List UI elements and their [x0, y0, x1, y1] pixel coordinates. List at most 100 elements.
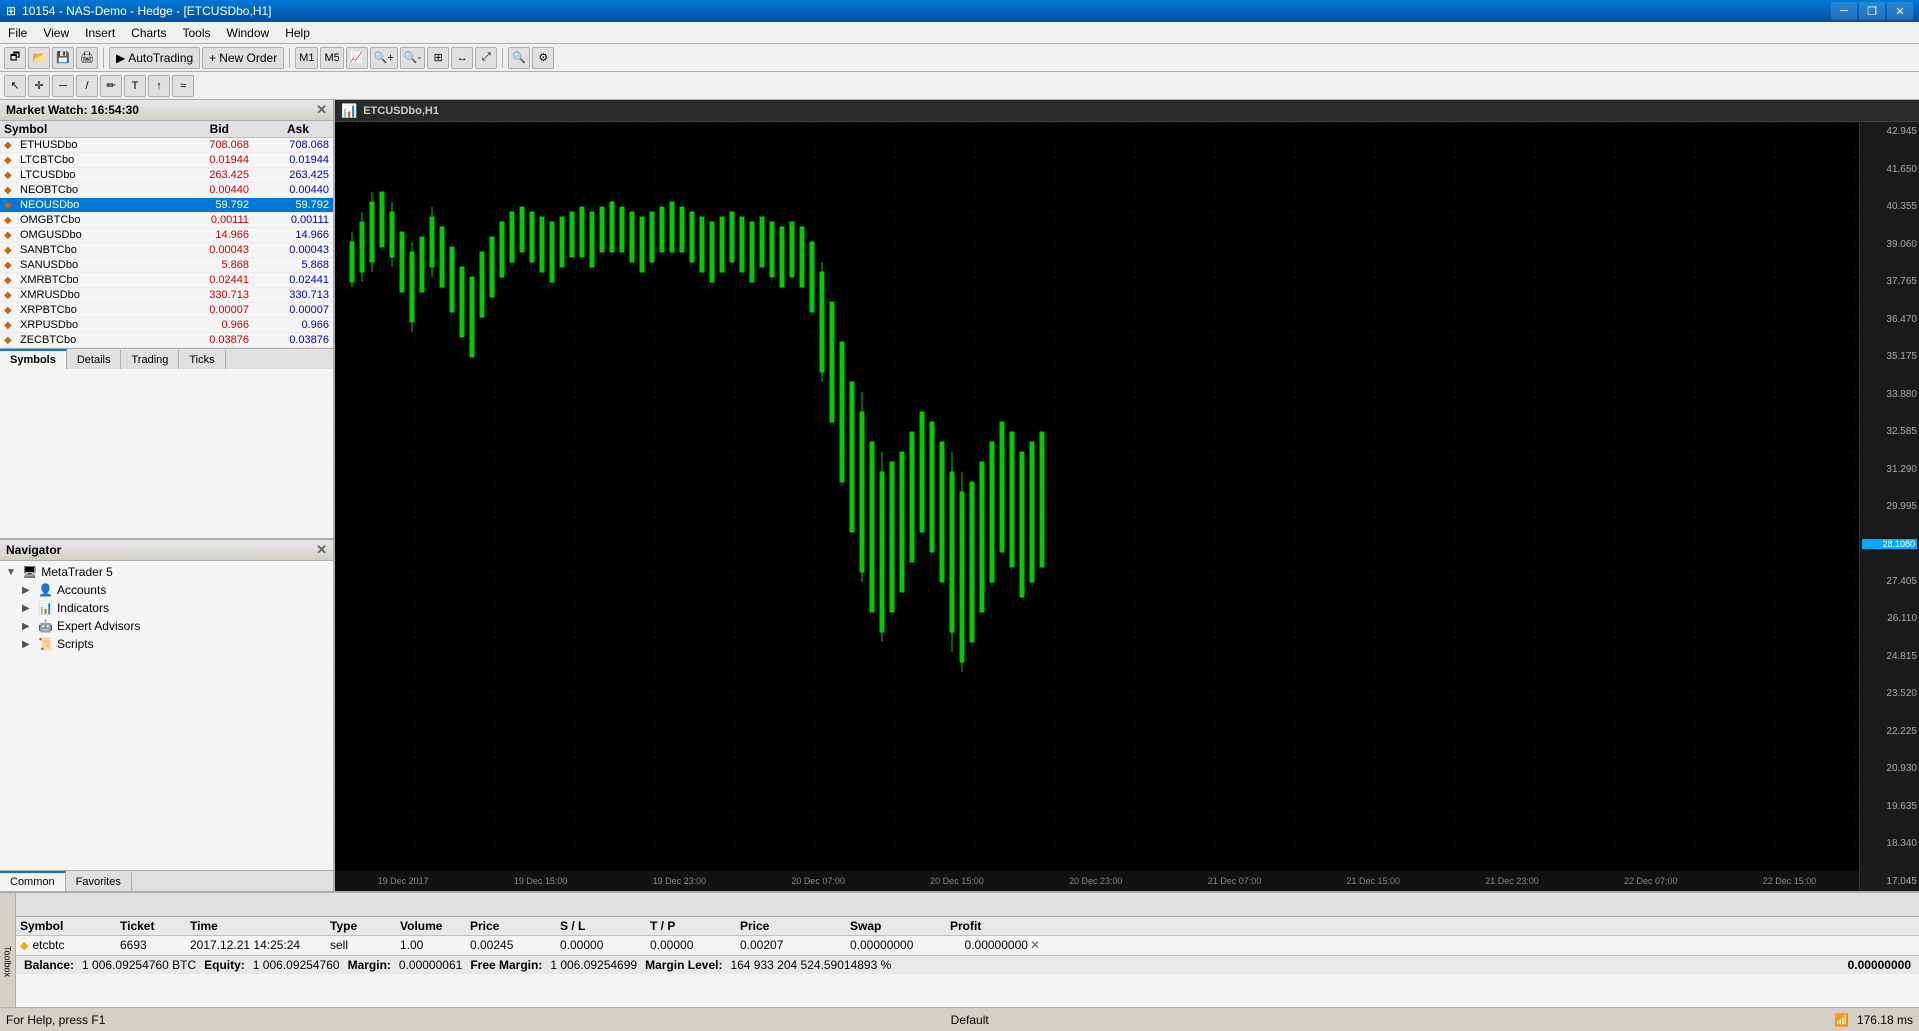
- mw-tab-symbols[interactable]: Symbols: [0, 349, 67, 369]
- market-watch-row-neobtcbo[interactable]: ◆ NEOBTCbo 0.00440 0.00440: [0, 183, 333, 198]
- zoom-out[interactable]: 🔍-: [400, 47, 425, 69]
- market-watch-row-xmrusdbo[interactable]: ◆ XMRUSDbo 330.713 330.713: [0, 288, 333, 303]
- price-26110: 26.110: [1862, 613, 1917, 624]
- th-time: Time: [190, 919, 330, 933]
- market-watch-row-xrpusdbo[interactable]: ◆ XRPUSDbo 0.966 0.966: [0, 318, 333, 333]
- save-btn[interactable]: 💾: [52, 47, 74, 69]
- autotrading-icon: ▶: [116, 51, 125, 65]
- price-35175: 35.175: [1862, 351, 1917, 362]
- market-watch-row-xmrbtcbo[interactable]: ◆ XMRBTCbo 0.02441 0.02441: [0, 273, 333, 288]
- market-watch-row-ltcbtcbo[interactable]: ◆ LTCBTCbo 0.01944 0.01944: [0, 153, 333, 168]
- print-btn[interactable]: 🖨: [76, 47, 98, 69]
- titlebar-title: 10154 - NAS-Demo - Hedge - [ETCUSDbo,H1]: [22, 4, 271, 18]
- nav-tab-common[interactable]: Common: [0, 871, 66, 891]
- time-label-8: 21 Dec 15:00: [1346, 876, 1400, 886]
- mw-bid: 0.00007: [169, 304, 249, 316]
- price-17045: 17.045: [1862, 876, 1917, 887]
- fibo-btn[interactable]: ≈: [172, 75, 194, 97]
- time-label-10: 22 Dec 07:00: [1624, 876, 1678, 886]
- sep3: [502, 48, 503, 68]
- chart-canvas: 13 14:55 22:30 01:00 13:00 15 16:30 13 1…: [335, 122, 1859, 891]
- margin-level-value: 164 933 204 524.59014893 %: [730, 958, 891, 972]
- period-m1[interactable]: M1: [295, 47, 318, 69]
- mw-ask: 59.792: [249, 199, 329, 211]
- chart-scroll[interactable]: ↔: [451, 47, 473, 69]
- nav-icon: 🤖: [38, 619, 53, 633]
- market-watch-row-xrpbtcbo[interactable]: ◆ XRPBTCbo 0.00007 0.00007: [0, 303, 333, 318]
- col-symbol: Symbol: [4, 122, 149, 136]
- text-btn[interactable]: T: [124, 75, 146, 97]
- menu-view[interactable]: View: [35, 22, 77, 43]
- symbol-dot-icon: ◆: [4, 335, 20, 346]
- market-watch-row-neousdbo[interactable]: ◆ NEOUSDbo 59.792 59.792: [0, 198, 333, 213]
- menu-tools[interactable]: Tools: [175, 22, 219, 43]
- arrow-btn[interactable]: ↑: [148, 75, 170, 97]
- hline-btn[interactable]: ─: [52, 75, 74, 97]
- restore-button[interactable]: ❐: [1859, 2, 1885, 20]
- margin-level-label: Margin Level:: [645, 958, 722, 972]
- nav-tab-favorites[interactable]: Favorites: [66, 871, 132, 891]
- period-m5[interactable]: M5: [320, 47, 343, 69]
- mw-ask: 0.00440: [249, 184, 329, 196]
- th-price: Price: [470, 919, 560, 933]
- chart-grid[interactable]: ⊞: [427, 47, 449, 69]
- market-watch-close[interactable]: ✕: [316, 102, 327, 118]
- menu-file[interactable]: File: [0, 22, 35, 43]
- close-button[interactable]: ✕: [1887, 2, 1913, 20]
- minimize-button[interactable]: ─: [1831, 2, 1857, 20]
- nav-item-indicators[interactable]: ▶ 📊 Indicators: [2, 599, 331, 617]
- mw-symbol-name: NEOUSDbo: [20, 199, 169, 211]
- menu-window[interactable]: Window: [219, 22, 278, 43]
- settings-btn[interactable]: ⚙: [532, 47, 554, 69]
- menu-help[interactable]: Help: [277, 22, 318, 43]
- nav-item-label: Accounts: [57, 583, 106, 597]
- market-watch-row-omgusdbo[interactable]: ◆ OMGUSDbo 14.966 14.966: [0, 228, 333, 243]
- trade-close-btn[interactable]: ✕: [1030, 938, 1040, 952]
- nav-item-expert-advisors[interactable]: ▶ 🤖 Expert Advisors: [2, 617, 331, 635]
- market-watch-row-omgbtcbo[interactable]: ◆ OMGBTCbo 0.00111 0.00111: [0, 213, 333, 228]
- zoom-in[interactable]: 🔍+: [370, 47, 398, 69]
- navigator-header: Navigator ✕: [0, 540, 333, 561]
- mw-bid: 0.00111: [169, 214, 249, 226]
- chart-area[interactable]: 📊 ETCUSDbo,H1: [335, 100, 1919, 891]
- navigator-close[interactable]: ✕: [316, 542, 327, 558]
- nav-item-accounts[interactable]: ▶ 👤 Accounts: [2, 581, 331, 599]
- total-profit: 0.00000000: [1848, 958, 1911, 972]
- symbol-dot-icon: ◆: [4, 275, 20, 286]
- mw-ask: 0.00111: [249, 214, 329, 226]
- autotrading-btn[interactable]: ▶ AutoTrading: [109, 47, 200, 69]
- period-chart[interactable]: 📈: [346, 47, 368, 69]
- search-btn[interactable]: 🔍: [508, 47, 530, 69]
- market-watch-row-sanbtcbo[interactable]: ◆ SANBTCbo 0.00043 0.00043: [0, 243, 333, 258]
- market-watch-row-ltcusdbo[interactable]: ◆ LTCUSDbo 263.425 263.425: [0, 168, 333, 183]
- time-label-3: 19 Dec 23:00: [653, 876, 707, 886]
- price-29995: 29.995: [1862, 501, 1917, 512]
- market-watch-row-zecbtcbo[interactable]: ◆ ZECBTCbo 0.03876 0.03876: [0, 333, 333, 348]
- mw-tab-ticks[interactable]: Ticks: [179, 349, 225, 369]
- free-margin-label: Free Margin:: [470, 958, 542, 972]
- new-chart-btn[interactable]: 🗗: [4, 47, 26, 69]
- nav-item-metatrader-5[interactable]: ▼ 🖥 MetaTrader 5: [2, 563, 331, 581]
- nav-item-scripts[interactable]: ▶ 📜 Scripts: [2, 635, 331, 653]
- menu-insert[interactable]: Insert: [77, 22, 123, 43]
- market-watch-row-sanusdbo[interactable]: ◆ SANUSDbo 5.868 5.868: [0, 258, 333, 273]
- mw-bid: 59.792: [169, 199, 249, 211]
- th-volume: Volume: [400, 919, 470, 933]
- th-swap: Swap: [850, 919, 950, 933]
- trade-row[interactable]: ◆ etcbtc 6693 2017.12.21 14:25:24 sell 1…: [16, 936, 1919, 955]
- chart-auto[interactable]: ⤢: [475, 47, 497, 69]
- market-watch-row-ethusdbo[interactable]: ◆ ETHUSDbo 708.068 708.068: [0, 138, 333, 153]
- line-btn[interactable]: /: [76, 75, 98, 97]
- crosshair-btn[interactable]: ✛: [28, 75, 50, 97]
- market-watch-list[interactable]: ◆ ETHUSDbo 708.068 708.068 ◆ LTCBTCbo 0.…: [0, 138, 333, 348]
- open-btn[interactable]: 📂: [28, 47, 50, 69]
- th-profit: Profit: [950, 919, 1040, 933]
- mw-tab-trading[interactable]: Trading: [121, 349, 179, 369]
- time-label-11: 22 Dec 15:00: [1763, 876, 1817, 886]
- mw-tab-details[interactable]: Details: [67, 349, 122, 369]
- draw-btn[interactable]: ✏: [100, 75, 122, 97]
- menu-charts[interactable]: Charts: [123, 22, 174, 43]
- nav-icon: 📜: [38, 637, 53, 651]
- neworder-btn[interactable]: + New Order: [202, 47, 284, 69]
- cursor-btn[interactable]: ↖: [4, 75, 26, 97]
